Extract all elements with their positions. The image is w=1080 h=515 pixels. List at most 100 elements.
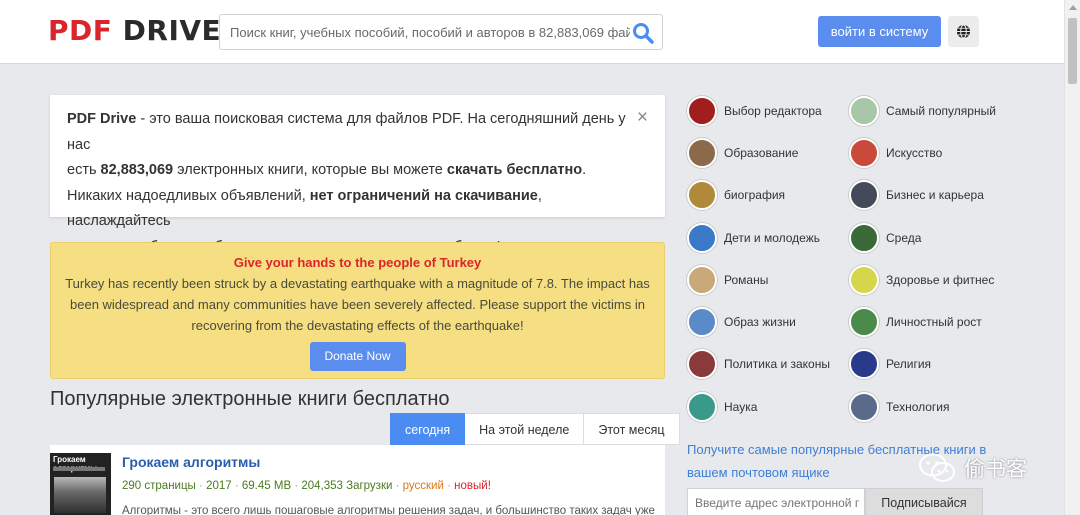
business-icon [849,180,879,210]
donate-text-1: Turkey has recently been struck by a dev… [65,276,650,291]
science-icon [687,392,717,422]
subscribe-email-input[interactable] [687,488,865,515]
book-cover-art [54,477,106,513]
art-icon [849,138,879,168]
category-kids[interactable]: Дети и молодежь [687,221,820,255]
language-button[interactable] [948,16,979,47]
biography-icon [687,180,717,210]
politics-icon [687,349,717,379]
personal-growth-icon [849,307,879,337]
category-most-popular[interactable]: Самый популярный [849,94,996,128]
category-science[interactable]: Наука [687,390,757,424]
intro-brand: PDF Drive [67,111,137,127]
religion-icon [849,349,879,379]
category-editors-choice[interactable]: Выбор редактора [687,94,822,128]
most-popular-icon [849,96,879,126]
category-label: биография [724,188,786,202]
donate-text-3: recovering from the devastating effects … [191,318,524,333]
search-box [219,14,663,50]
book-new-badge: новый! [454,480,491,492]
intro-no-limits: нет ограничений на скачивание [309,187,538,204]
category-label: Среда [886,231,922,245]
book-language: русский [402,480,444,492]
category-personal-growth[interactable]: Личностный рост [849,305,982,339]
category-novels[interactable]: Романы [687,263,768,297]
category-label: Здоровье и фитнес [886,273,995,287]
book-downloads: 204,353 Загрузки [301,480,393,492]
category-label: Технология [886,400,950,414]
health-icon [849,265,879,295]
popular-title: Популярные электронные книги бесплатно [50,388,450,410]
category-environment[interactable]: Среда [849,221,921,255]
category-politics[interactable]: Политика и законы [687,347,830,381]
category-label: Самый популярный [886,104,996,118]
search-input[interactable] [230,15,630,49]
technology-icon [849,392,879,422]
category-label: Выбор редактора [724,104,822,118]
lifestyle-icon [687,307,717,337]
category-label: Наука [724,400,758,414]
education-icon [687,138,717,168]
book-title[interactable]: Грокаем алгоритмы [122,454,260,470]
login-button[interactable]: войти в систему [818,16,941,47]
category-business[interactable]: Бизнес и карьера [849,178,984,212]
intro-line2-end: . [582,162,587,178]
category-health[interactable]: Здоровье и фитнес [849,263,994,297]
intro-line-2: есть 82,883,069 электронных книги, котор… [67,158,648,184]
category-label: Политика и законы [724,357,830,371]
donate-banner: Give your hands to the people of Turkey … [50,242,665,379]
scroll-up-arrow-icon[interactable] [1069,5,1077,10]
category-art[interactable]: Искусство [849,136,942,170]
category-label: Образ жизни [724,315,796,329]
tab-this-month[interactable]: Этот месяц [584,413,680,445]
intro-line2-pre: есть [67,162,101,178]
close-icon[interactable]: × [637,105,648,131]
donate-button[interactable]: Donate Now [309,342,406,371]
intro-line3-pre: Никаких надоедливых объявлений, [67,187,310,204]
category-label: Религия [886,357,932,371]
watermark: 偷书客 [918,450,1027,486]
search-icon[interactable] [632,22,654,44]
intro-file-count: 82,883,069 [100,162,174,178]
intro-line-1: PDF Drive - это ваша поисковая система д… [67,107,648,158]
scrollbar-thumb[interactable] [1068,18,1077,84]
globe-icon [956,24,971,39]
category-label: Бизнес и карьера [886,188,984,202]
novels-icon [687,265,717,295]
category-biography[interactable]: биография [687,178,785,212]
category-religion[interactable]: Религия [849,347,931,381]
watermark-text: 偷书客 [964,458,1027,481]
category-label: Образование [724,146,799,160]
category-label: Романы [724,273,769,287]
book-year: 2017 [206,480,232,492]
editors-choice-icon [687,96,717,126]
environment-icon [849,223,879,253]
book-meta: 290 страницы · 2017 · 69.45 MB · 204,353… [122,480,491,492]
category-label: Личностный рост [886,315,982,329]
logo-drive: DRIVE [122,14,222,47]
wechat-icon [919,453,955,482]
page-scrollbar[interactable] [1064,0,1080,515]
intro-free-download: скачать бесплатно [446,162,583,178]
subscribe-button[interactable]: Подписывайся [865,488,983,515]
tab-this-week[interactable]: На этой неделе [465,413,585,445]
donate-title: Give your hands to the people of Turkey [233,255,482,270]
logo[interactable]: PDF DRIVE [48,14,221,47]
kids-icon [687,223,717,253]
intro-line1-text: - это ваша поисковая система для файлов … [67,111,626,153]
book-description: Алгоритмы - это всего лишь пошаговые алг… [122,505,655,515]
category-label: Искусство [886,146,943,160]
intro-line-3: Никаких надоедливых объявлений, нет огра… [67,184,648,235]
intro-card: PDF Drive - это ваша поисковая система д… [50,95,665,255]
tab-today[interactable]: сегодня [390,413,466,445]
book-cover-subtitle-bar [53,467,105,471]
logo-pdf: PDF [48,14,113,47]
category-technology[interactable]: Технология [849,390,950,424]
book-size: 69.45 MB [241,480,292,492]
header: PDF DRIVE войти в систему [0,0,1064,64]
donate-text-2: been widespread and many communities hav… [70,297,645,312]
category-lifestyle[interactable]: Образ жизни [687,305,796,339]
book-pages: 290 страницы [122,480,196,492]
book-cover[interactable]: Грокаем алгоритмы [50,453,111,515]
category-education[interactable]: Образование [687,136,798,170]
